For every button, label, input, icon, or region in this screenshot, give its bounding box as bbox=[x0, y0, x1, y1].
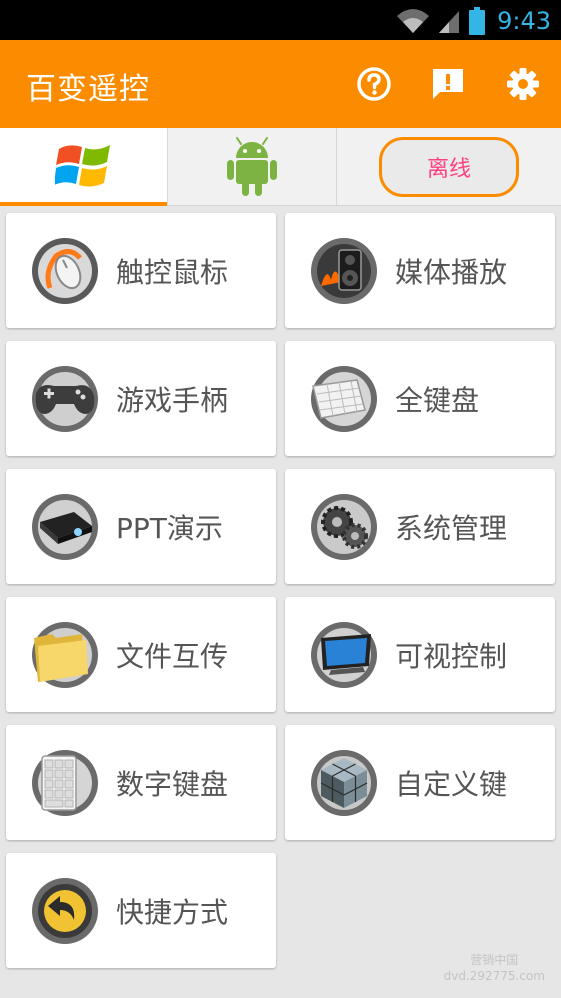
windows-logo-icon bbox=[54, 145, 110, 187]
feature-visual-control[interactable]: 可视控制 bbox=[285, 597, 555, 712]
feature-label: 触控鼠标 bbox=[116, 255, 229, 289]
feature-label: 数字键盘 bbox=[116, 767, 229, 801]
media-speaker-icon bbox=[311, 237, 377, 304]
feedback-button[interactable] bbox=[428, 64, 468, 104]
folder-icon bbox=[32, 621, 98, 688]
feedback-icon bbox=[433, 69, 463, 99]
feature-touch-mouse[interactable]: 触控鼠标 bbox=[6, 213, 276, 328]
feature-full-keyboard[interactable]: 全键盘 bbox=[285, 341, 555, 456]
feature-shortcuts[interactable]: 快捷方式 bbox=[6, 853, 276, 968]
tab-android[interactable] bbox=[167, 128, 337, 206]
cube-icon bbox=[311, 749, 377, 816]
tab-windows[interactable] bbox=[0, 128, 167, 206]
connection-status-area: 离线 bbox=[337, 128, 561, 206]
feature-ppt-presentation[interactable]: PPT演示 bbox=[6, 469, 276, 584]
feature-media-player[interactable]: 媒体播放 bbox=[285, 213, 555, 328]
status-bar: 9:43 bbox=[0, 0, 561, 40]
feature-label: 系统管理 bbox=[395, 511, 508, 545]
signal-icon bbox=[439, 11, 460, 33]
feature-custom-keys[interactable]: 自定义键 bbox=[285, 725, 555, 840]
projector-icon bbox=[32, 493, 98, 560]
settings-icon bbox=[507, 68, 539, 100]
feature-label: PPT演示 bbox=[116, 511, 223, 545]
feature-label: 自定义键 bbox=[395, 767, 508, 801]
feature-numeric-keypad[interactable]: 数字键盘 bbox=[6, 725, 276, 840]
feature-gamepad[interactable]: 游戏手柄 bbox=[6, 341, 276, 456]
mouse-icon bbox=[32, 237, 98, 304]
shortcut-arrow-icon bbox=[32, 877, 98, 944]
settings-button[interactable] bbox=[503, 64, 543, 104]
numpad-icon bbox=[32, 749, 98, 816]
help-button[interactable] bbox=[354, 64, 394, 104]
watermark-line1: 营销中国 bbox=[470, 953, 519, 967]
feature-label: 文件互传 bbox=[116, 639, 229, 673]
feature-file-transfer[interactable]: 文件互传 bbox=[6, 597, 276, 712]
feature-system-management[interactable]: 系统管理 bbox=[285, 469, 555, 584]
gamepad-icon bbox=[32, 365, 98, 432]
monitor-icon bbox=[311, 621, 377, 688]
connection-status-button[interactable]: 离线 bbox=[379, 137, 519, 197]
status-icons: 9:43 bbox=[397, 4, 551, 38]
platform-tabs: 离线 bbox=[0, 128, 561, 206]
feature-label: 快捷方式 bbox=[116, 895, 229, 929]
watermark-line2: dvd.292775.com bbox=[443, 969, 545, 983]
feature-label: 可视控制 bbox=[395, 639, 508, 673]
wifi-icon bbox=[397, 9, 430, 33]
gears-icon bbox=[311, 493, 377, 560]
help-icon bbox=[357, 67, 391, 101]
app-title: 百变遥控 bbox=[26, 72, 150, 107]
app-bar: 百变遥控 bbox=[0, 40, 561, 128]
battery-icon bbox=[469, 7, 486, 35]
android-icon bbox=[227, 137, 277, 196]
feature-label: 媒体播放 bbox=[395, 255, 508, 289]
keyboard-icon bbox=[311, 365, 377, 432]
feature-label: 全键盘 bbox=[395, 383, 480, 417]
status-time: 9:43 bbox=[497, 7, 551, 35]
feature-label: 游戏手柄 bbox=[116, 383, 229, 417]
watermark: 营销中国 dvd.292775.com bbox=[444, 952, 545, 984]
